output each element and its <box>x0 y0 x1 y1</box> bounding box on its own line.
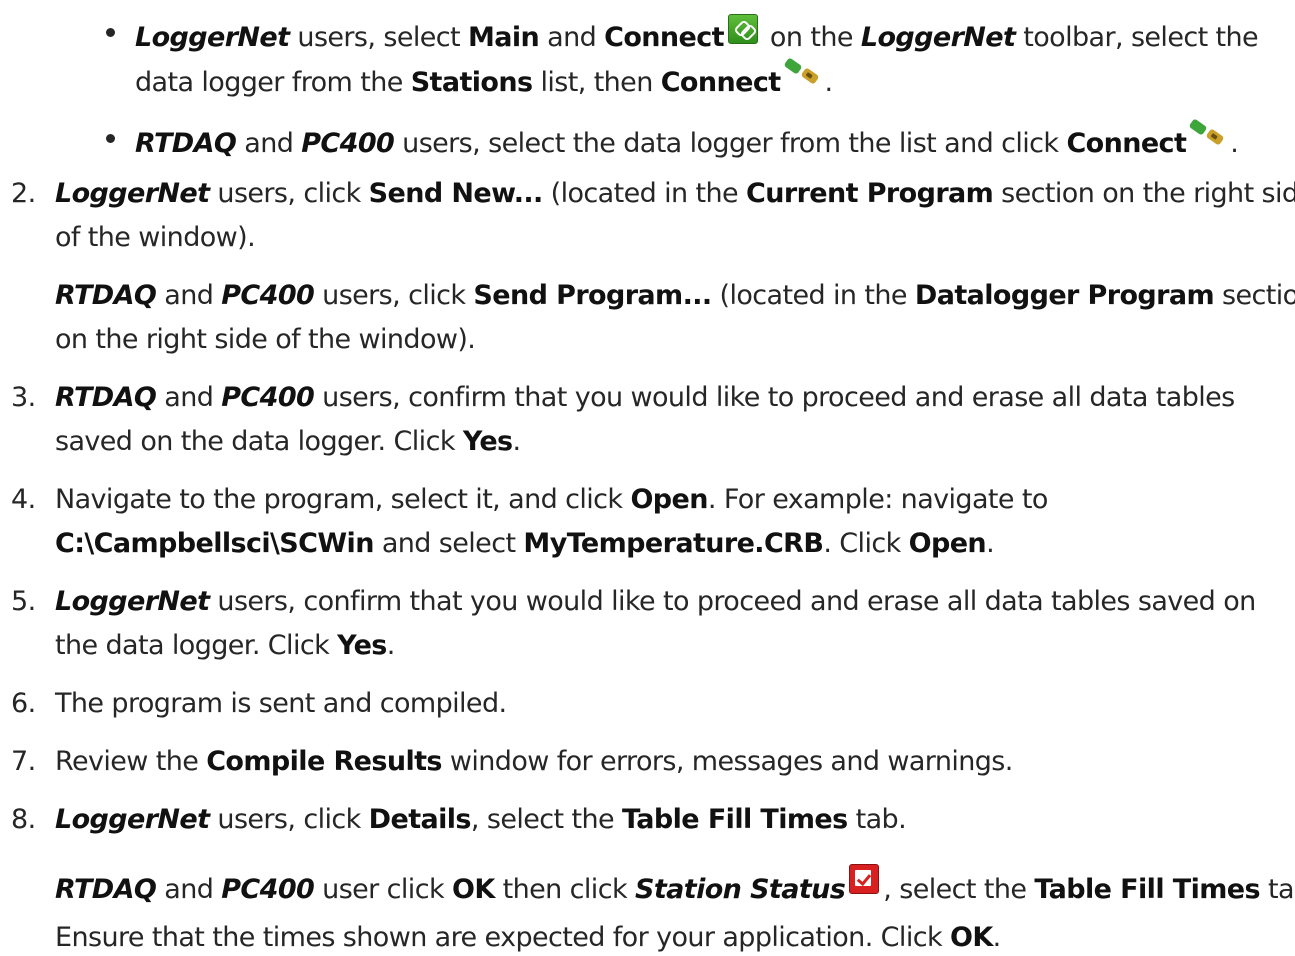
step-number: 5. <box>11 586 36 617</box>
step-2-sub-line-1: RTDAQ and PC400 users, click Send Progra… <box>55 280 1295 311</box>
step-8-sub-line-2: Ensure that the times shown are expected… <box>55 922 1001 953</box>
step-3-line-1: RTDAQ and PC400 users, confirm that you … <box>55 382 1235 413</box>
ui-term-ok: OK <box>949 922 993 953</box>
ui-term-main: Main <box>467 22 540 53</box>
ui-term-connect: Connect <box>604 22 724 53</box>
bullet-1-line-2: data logger from the Stations list, then… <box>135 57 833 100</box>
ui-term-table-fill-times: Table Fill Times <box>1034 874 1260 905</box>
ui-term-open: Open <box>630 484 708 515</box>
step-number: 8. <box>11 804 36 835</box>
ui-term-connect: Connect <box>660 67 781 98</box>
plug-icon <box>1188 118 1226 146</box>
product-name: RTDAQ <box>135 128 237 159</box>
bullet-2-line-1: RTDAQ and PC400 users, select the data l… <box>135 118 1239 161</box>
ui-term-connect: Connect <box>1066 128 1187 159</box>
product-name: LoggerNet <box>55 804 210 835</box>
step-2-line-2: of the window). <box>55 222 256 253</box>
step-7-line-1: Review the Compile Results window for er… <box>55 746 1013 777</box>
ui-term-send-new: Send New... <box>368 178 544 209</box>
ui-term-compile-results: Compile Results <box>206 746 442 777</box>
link-icon <box>727 14 758 44</box>
product-name: PC400 <box>221 382 315 413</box>
product-name: LoggerNet <box>55 586 210 617</box>
product-name: PC400 <box>221 874 315 905</box>
product-name: RTDAQ <box>55 382 157 413</box>
step-3-line-2: saved on the data logger. Click Yes. <box>55 426 521 457</box>
product-name: LoggerNet <box>55 178 210 209</box>
product-name: LoggerNet <box>860 22 1016 53</box>
product-name: PC400 <box>301 128 395 159</box>
ui-term-open: Open <box>908 528 987 559</box>
ui-term-table-fill-times: Table Fill Times <box>621 804 848 835</box>
bullet-1-line-1: LoggerNet users, select Main and Connect… <box>135 14 1259 55</box>
ui-term-datalogger-program: Datalogger Program <box>914 280 1215 311</box>
product-name: PC400 <box>221 280 315 311</box>
product-name: LoggerNet <box>135 22 290 53</box>
step-number: 4. <box>11 484 36 515</box>
bullet-dot <box>106 134 115 143</box>
step-number: 2. <box>11 178 36 209</box>
product-name: RTDAQ <box>55 280 157 311</box>
plug-icon <box>783 57 821 85</box>
ui-term-current-program: Current Program <box>746 178 994 209</box>
ui-term-stations: Stations <box>410 67 533 98</box>
step-4-line-1: Navigate to the program, select it, and … <box>55 484 1048 515</box>
step-8-line-1: LoggerNet users, click Details, select t… <box>55 804 907 835</box>
step-2-line-1: LoggerNet users, click Send New... (loca… <box>55 178 1295 209</box>
product-name: RTDAQ <box>55 874 157 905</box>
step-5-line-1: LoggerNet users, confirm that you would … <box>55 586 1256 617</box>
file-name: MyTemperature.CRB <box>523 528 824 559</box>
step-number: 7. <box>11 746 36 777</box>
step-2-sub-line-2: on the right side of the window). <box>55 324 476 355</box>
step-6-line-1: The program is sent and compiled. <box>55 688 507 719</box>
ui-term-yes: Yes <box>337 630 387 661</box>
ui-term-station-status: Station Status <box>634 874 846 905</box>
step-number: 3. <box>11 382 36 413</box>
step-number: 6. <box>11 688 36 719</box>
bullet-dot <box>106 28 115 37</box>
ui-term-yes: Yes <box>462 426 513 457</box>
ui-term-send-program: Send Program... <box>473 280 712 311</box>
step-5-line-2: the data logger. Click Yes. <box>55 630 395 661</box>
ui-term-ok: OK <box>451 874 495 905</box>
step-4-line-2: C:\Campbellsci\SCWin and select MyTemper… <box>55 528 995 559</box>
file-path: C:\Campbellsci\SCWin <box>55 528 374 559</box>
ui-term-details: Details <box>368 804 472 835</box>
station-status-icon <box>849 864 880 894</box>
step-8-sub-line-1: RTDAQ and PC400 user click OK then click… <box>55 864 1295 907</box>
